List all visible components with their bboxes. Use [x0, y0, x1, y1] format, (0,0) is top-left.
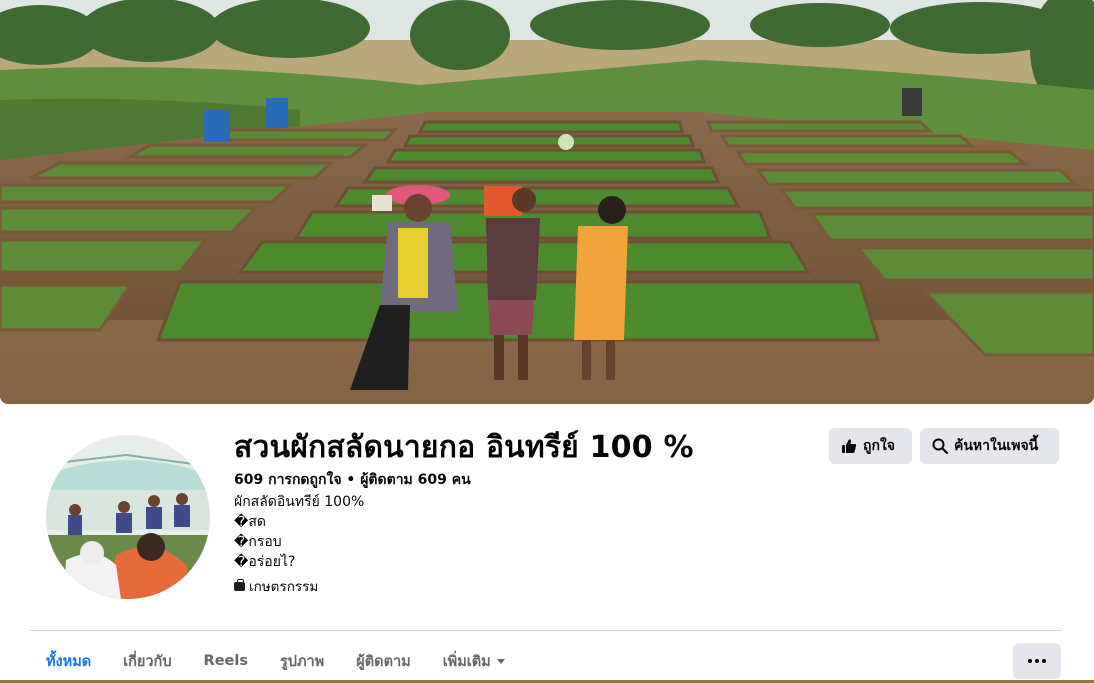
tab-all[interactable]: ทั้งหมด	[30, 643, 107, 683]
bio-line: ผักสลัดอินทรีย์ 100%	[234, 494, 365, 510]
bio-line: �สด	[234, 514, 266, 530]
page-bio: ผักสลัดอินทรีย์ 100% �สด �กรอบ �อร่อยไ?	[234, 492, 364, 572]
dot-icon	[1028, 659, 1032, 663]
tab-more[interactable]: เพิ่มเติม	[427, 643, 521, 679]
tab-followers[interactable]: ผู้ติดตาม	[340, 643, 426, 679]
like-button[interactable]: ถูกใจ	[829, 428, 912, 464]
dot-icon	[1042, 659, 1046, 663]
briefcase-icon	[234, 578, 245, 591]
search-label: ค้นหาในเพจนี้	[954, 438, 1039, 454]
bio-line: �กรอบ	[234, 534, 282, 550]
tab-more-label: เพิ่มเติม	[442, 653, 491, 670]
page-tabs: ทั้งหมด เกี่ยวกับ Reels รูปภาพ ผู้ติดตาม…	[30, 643, 521, 683]
cover-photo[interactable]	[0, 0, 1094, 404]
page-title: สวนผักสลัดนายกอ อินทรีย์ 100 %	[234, 430, 694, 465]
tab-reels[interactable]: Reels	[188, 643, 264, 679]
like-label: ถูกใจ	[863, 438, 895, 454]
chevron-down-icon	[496, 658, 505, 664]
more-options-button[interactable]	[1013, 643, 1061, 679]
page-stats[interactable]: 609 การกดถูกใจ • ผู้ติดตาม 609 คน	[234, 469, 471, 491]
tab-about[interactable]: เกี่ยวกับ	[107, 643, 187, 679]
thumbs-up-icon	[842, 439, 857, 453]
search-icon	[932, 438, 948, 454]
divider	[30, 630, 1062, 631]
search-page-button[interactable]: ค้นหาในเพจนี้	[920, 428, 1059, 464]
bio-line: �อร่อยไ?	[234, 554, 296, 570]
category-label: เกษตรกรรม	[249, 579, 319, 595]
dot-icon	[1035, 659, 1039, 663]
tab-photos[interactable]: รูปภาพ	[264, 643, 340, 679]
profile-avatar[interactable]	[42, 431, 214, 603]
page-category: เกษตรกรรม	[234, 575, 318, 597]
